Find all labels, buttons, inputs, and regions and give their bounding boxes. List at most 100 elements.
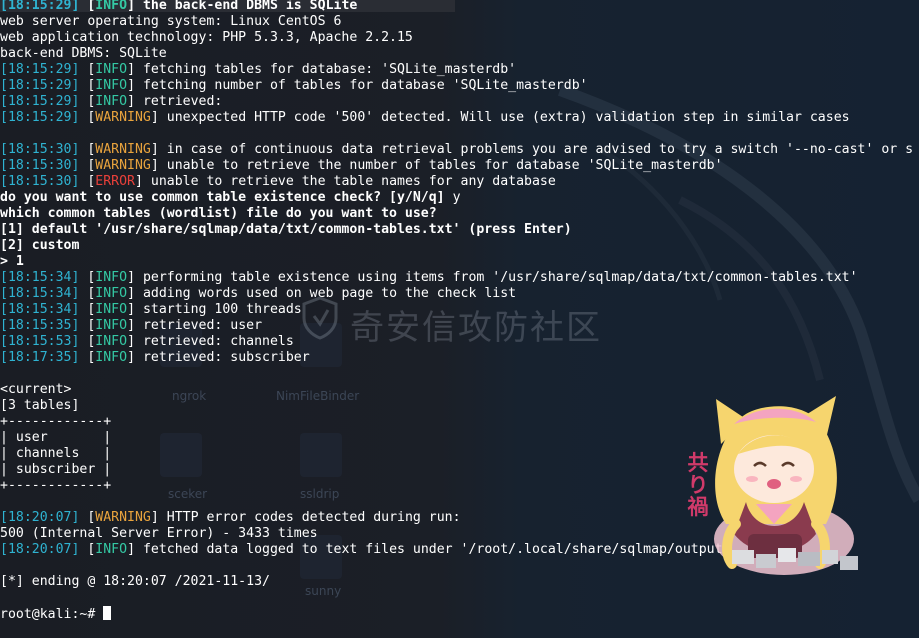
log-timestamp: [18:15:53] xyxy=(0,334,80,349)
log-message: unexpected HTTP code '500' detected. Wil… xyxy=(158,110,850,125)
log-level-badge: INFO xyxy=(95,286,128,301)
log-timestamp: [18:15:29] xyxy=(0,110,80,125)
log-timestamp: [18:15:30] xyxy=(0,174,80,189)
terminal-line: <current> xyxy=(0,382,919,398)
log-separator: [ xyxy=(79,94,96,109)
terminal-line: [18:15:29] [INFO] fetching tables for da… xyxy=(0,62,919,78)
sticker-glyph: 禍 xyxy=(687,495,709,519)
log-timestamp: [18:15:34] xyxy=(0,286,80,301)
terminal-line: [18:20:07] [WARNING] HTTP error codes de… xyxy=(0,510,919,526)
log-level-badge: WARNING xyxy=(95,110,151,125)
log-separator: [ xyxy=(79,142,96,157)
terminal-line: | channels | xyxy=(0,446,919,462)
log-separator: [ xyxy=(79,318,96,333)
log-separator: [ xyxy=(79,174,96,189)
log-message: retrieved: subscriber xyxy=(135,350,310,365)
terminal-line: [3 tables] xyxy=(0,398,919,414)
terminal-line: [18:15:30] [WARNING] in case of continuo… xyxy=(0,142,919,158)
log-separator: ] xyxy=(150,158,159,173)
log-timestamp: [18:15:34] xyxy=(0,270,80,285)
log-timestamp: [18:15:29] xyxy=(0,94,80,109)
output-text: > 1 xyxy=(0,254,24,269)
terminal-cursor[interactable] xyxy=(103,606,112,620)
sticker-caption: 共り禍 xyxy=(686,452,710,518)
log-timestamp: [18:20:07] xyxy=(0,510,80,525)
log-level-badge: INFO xyxy=(95,62,128,77)
log-message: performing table existence using items f… xyxy=(135,270,858,285)
terminal-line: [18:15:29] [INFO] the back-end DBMS is S… xyxy=(0,0,919,14)
log-separator: [ xyxy=(79,0,96,13)
terminal-line: do you want to use common table existenc… xyxy=(0,190,919,206)
terminal-line: 500 (Internal Server Error) - 3433 times xyxy=(0,526,919,542)
log-level-badge: WARNING xyxy=(95,142,151,157)
log-separator: ] xyxy=(127,286,136,301)
output-text: +------------+ xyxy=(0,414,112,429)
log-separator: [ xyxy=(79,350,96,365)
log-separator: ] xyxy=(127,270,136,285)
terminal-line: [1] default '/usr/share/sqlmap/data/txt/… xyxy=(0,222,919,238)
log-timestamp: [18:17:35] xyxy=(0,350,80,365)
user-input: y xyxy=(452,190,461,205)
sticker-glyph: り xyxy=(687,473,709,497)
output-text: which common tables (wordlist) file do y… xyxy=(0,206,437,221)
output-text: back-end DBMS: SQLite xyxy=(0,46,167,61)
log-separator: [ xyxy=(79,78,96,93)
terminal-line: +------------+ xyxy=(0,414,919,430)
output-text: 500 (Internal Server Error) - 3433 times xyxy=(0,526,318,541)
log-separator: [ xyxy=(79,510,96,525)
output-text: web server operating system: Linux CentO… xyxy=(0,14,342,29)
output-text: do you want to use common table existenc… xyxy=(0,190,453,205)
terminal-line: [2] custom xyxy=(0,238,919,254)
output-text: [1] default '/usr/share/sqlmap/data/txt/… xyxy=(0,222,572,237)
log-timestamp: [18:15:30] xyxy=(0,142,80,157)
log-separator: ] xyxy=(127,334,136,349)
log-separator: [ xyxy=(79,286,96,301)
terminal-line: [18:15:29] [WARNING] unexpected HTTP cod… xyxy=(0,110,919,126)
log-message: fetching tables for database: 'SQLite_ma… xyxy=(135,62,517,77)
terminal-line: root@kali:~# xyxy=(0,606,919,622)
terminal-line: [18:15:29] [INFO] retrieved: xyxy=(0,94,919,110)
terminal-line: [18:15:34] [INFO] adding words used on w… xyxy=(0,286,919,302)
log-level-badge: INFO xyxy=(95,334,128,349)
terminal-line: [18:17:35] [INFO] retrieved: subscriber xyxy=(0,350,919,366)
log-message: starting 100 threads xyxy=(135,302,302,317)
log-level-badge: INFO xyxy=(95,350,128,365)
terminal-output: [18:15:29] [INFO] the back-end DBMS is S… xyxy=(0,0,919,622)
output-text: web application technology: PHP 5.3.3, A… xyxy=(0,30,413,45)
log-separator: [ xyxy=(79,158,96,173)
terminal-line: [18:15:34] [INFO] performing table exist… xyxy=(0,270,919,286)
terminal-line: web server operating system: Linux CentO… xyxy=(0,14,919,30)
log-separator: ] xyxy=(127,94,136,109)
log-message: HTTP error codes detected during run: xyxy=(158,510,461,525)
output-text: | user | xyxy=(0,430,112,445)
log-timestamp: [18:15:29] xyxy=(0,78,80,93)
log-separator: [ xyxy=(79,62,96,77)
log-separator: ] xyxy=(135,174,143,189)
log-timestamp: [18:20:07] xyxy=(0,542,80,557)
output-text: [3 tables] xyxy=(0,398,80,413)
log-separator: ] xyxy=(127,0,136,13)
terminal-line: | subscriber | xyxy=(0,462,919,478)
log-level-badge: INFO xyxy=(95,270,128,285)
log-separator: ] xyxy=(150,510,159,525)
log-message: in case of continuous data retrieval pro… xyxy=(158,142,914,157)
log-message: adding words used on web page to the che… xyxy=(135,286,517,301)
log-message: the back-end DBMS is SQLite xyxy=(135,0,358,13)
log-separator: ] xyxy=(127,78,136,93)
log-separator: ] xyxy=(150,110,159,125)
output-text: [2] custom xyxy=(0,238,80,253)
log-timestamp: [18:15:34] xyxy=(0,302,80,317)
terminal-line: [18:15:30] [ERROR] unable to retrieve th… xyxy=(0,174,919,190)
log-separator: [ xyxy=(79,334,96,349)
log-level-badge: WARNING xyxy=(95,510,151,525)
log-separator: ] xyxy=(150,142,159,157)
terminal-line: | user | xyxy=(0,430,919,446)
output-text: [*] ending @ 18:20:07 /2021-11-13/ xyxy=(0,574,270,589)
log-message: retrieved: xyxy=(135,94,223,109)
output-text: <current> xyxy=(0,382,72,397)
log-timestamp: [18:15:29] xyxy=(0,0,80,13)
output-text: | subscriber | xyxy=(0,462,112,477)
terminal-line: [18:15:34] [INFO] starting 100 threads xyxy=(0,302,919,318)
terminal-window[interactable]: ngrok NimFileBinder sceker ssldrip sunny… xyxy=(0,0,919,638)
